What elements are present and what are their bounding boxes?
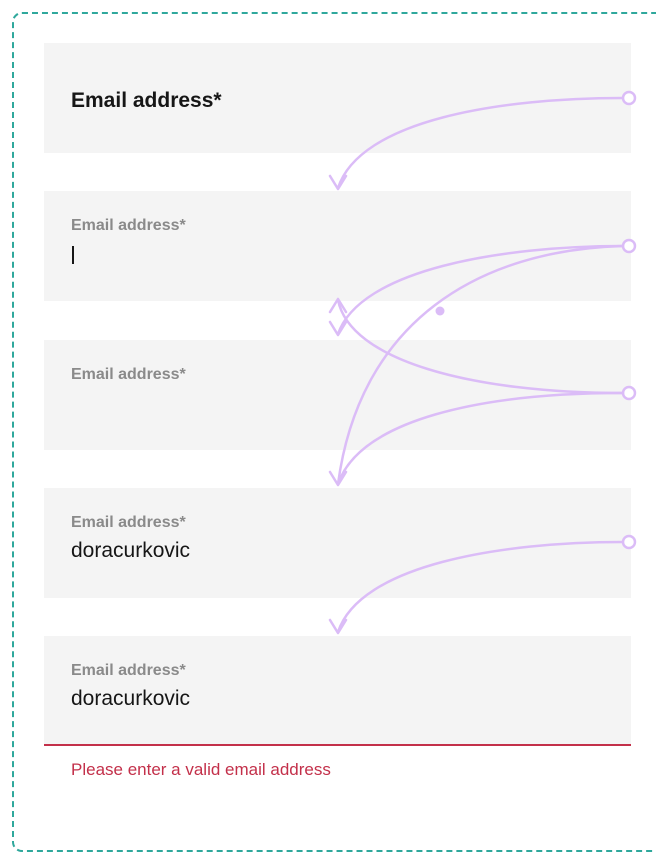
- arrowhead-2: [328, 320, 348, 337]
- arrowhead-1: [328, 174, 348, 191]
- flow-arrow-5: [336, 391, 625, 486]
- flow-start-node: [621, 90, 637, 106]
- prototype-flow-arrows: [328, 90, 637, 635]
- flow-start-node: [621, 534, 637, 550]
- arrowhead-6: [328, 618, 348, 635]
- flow-arrow-3: [336, 298, 625, 395]
- arrowhead-3: [328, 297, 348, 314]
- flow-arrow-4: [336, 244, 625, 486]
- flow-arrow-1: [336, 96, 625, 190]
- flow-junction-dot: [435, 306, 445, 316]
- flow-arrow-6: [336, 540, 625, 634]
- flow-start-node: [621, 385, 637, 401]
- flow-arrow-2: [336, 244, 625, 336]
- flow-start-node: [621, 238, 637, 254]
